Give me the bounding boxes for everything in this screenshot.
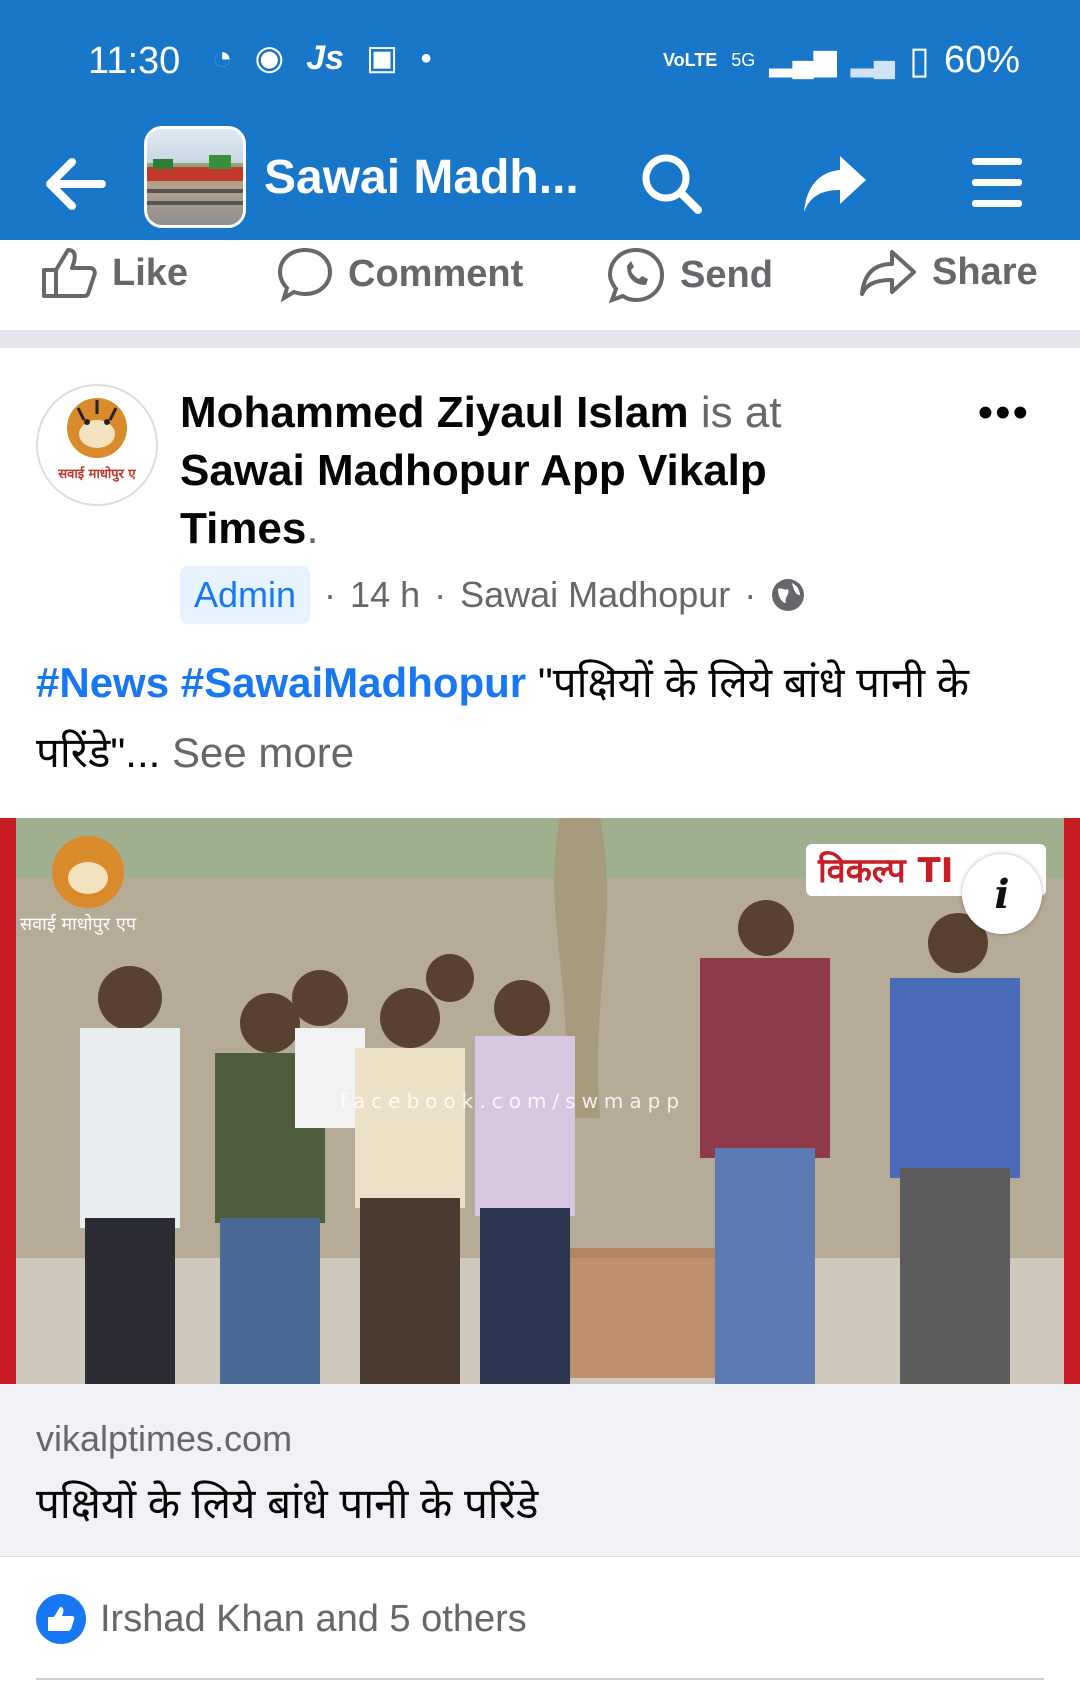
notification-icons: ◔ ◉ Js ▣ ● (212, 38, 432, 78)
author-avatar[interactable]: सवाई माधोपुर ए (36, 384, 158, 506)
author-line: Mohammed Ziyaul Islam is at Sawai Madhop… (180, 384, 820, 558)
location-link-2[interactable]: Times (180, 504, 306, 553)
comment-button[interactable]: Comment (276, 246, 523, 302)
signal-icon-2: ▂▄ (850, 44, 896, 77)
location-link[interactable]: Sawai Madhopur App Vikalp (180, 446, 767, 495)
post-meta: Admin · 14 h · Sawai Madhopur · (180, 566, 806, 624)
thumbs-up-icon (42, 248, 97, 298)
avatar-caption: सवाई माधोपुर ए (57, 466, 136, 482)
post-time[interactable]: 14 h (350, 574, 420, 616)
share-button[interactable]: Share (858, 246, 1038, 298)
status-bar: 11:30 ◔ ◉ Js ▣ ● VoLTE 5G ▂▄▆ ▂▄ ▯ 60% (0, 0, 1080, 128)
battery-level: 60% (943, 39, 1020, 81)
comment-label: Comment (348, 252, 524, 295)
status-time: 11:30 (88, 40, 181, 82)
period: . (306, 504, 319, 553)
battery-icon: ▯ (909, 40, 930, 82)
reactions-summary[interactable]: Irshad Khan and 5 others (36, 1594, 527, 1644)
meta-separator-2: · (434, 574, 447, 615)
comment-icon (277, 247, 333, 302)
search-icon[interactable] (636, 148, 706, 218)
see-more-link[interactable]: See more (172, 729, 354, 776)
more-options-button[interactable]: ••• (978, 388, 1030, 438)
app-bar: Sawai Madh... (0, 126, 1080, 240)
link-domain: vikalptimes.com (36, 1418, 293, 1459)
group-photo: सवाई माधोपुर एप विकल्प TI facebook.com/s… (0, 818, 1080, 1384)
reactions-text: Irshad Khan and 5 others (100, 1597, 527, 1640)
meta-separator-3: · (744, 574, 757, 615)
bottom-divider (36, 1678, 1044, 1680)
js-notification-icon: Js (306, 38, 345, 77)
link-title: पक्षियों के लिये बांधे पानी के परिंडे (36, 1480, 539, 1527)
post-photo[interactable]: सवाई माधोपुर एप विकल्प TI facebook.com/s… (0, 818, 1080, 1384)
photo-brand-text: विकल्प TI (817, 850, 953, 891)
system-status: VoLTE 5G ▂▄▆ ▂▄ ▯ 60% (663, 38, 1020, 83)
whatsapp-icon (607, 247, 665, 304)
store-notification-icon: ▣ (366, 39, 399, 77)
photo-watermark: facebook.com/swmapp (340, 1089, 685, 1113)
signal-icon: ▂▄▆ (769, 44, 837, 77)
author-name[interactable]: Mohammed Ziyaul Islam (180, 388, 689, 437)
share-arrow-icon[interactable] (800, 148, 870, 218)
feed-divider (0, 330, 1080, 348)
share-label: Share (932, 250, 1038, 293)
photo-logo-text: सवाई माधोपुर एप (20, 913, 137, 935)
post-action-row: Like Comment Send Share (0, 240, 1080, 332)
page-title: Sawai Madh... (264, 151, 579, 204)
post-text: #News #SawaiMadhopur "पक्षियों के लिये ब… (36, 648, 1046, 788)
back-arrow-icon[interactable] (38, 144, 118, 224)
is-at-text: is at (700, 388, 782, 437)
globe-icon (772, 579, 805, 611)
like-reaction-icon (36, 1594, 86, 1644)
dot-icon: ● (420, 46, 433, 69)
page-thumbnail[interactable] (144, 126, 246, 228)
hashtags[interactable]: #News #SawaiMadhopur (36, 659, 526, 706)
meta-separator: · (324, 574, 337, 615)
like-label: Like (112, 251, 189, 294)
volte-icon: VoLTE (662, 50, 718, 70)
network-type: 5G (731, 50, 756, 70)
info-icon[interactable]: i (962, 854, 1042, 934)
share-icon (860, 250, 916, 296)
post-place[interactable]: Sawai Madhopur (460, 574, 730, 616)
menu-icon[interactable] (964, 148, 1034, 218)
send-button[interactable]: Send (606, 246, 773, 304)
like-button[interactable]: Like (40, 246, 188, 300)
admin-badge: Admin (180, 566, 311, 624)
app-notification-icon-2: ◉ (254, 39, 285, 77)
app-notification-icon: ◔ (212, 38, 233, 77)
send-label: Send (680, 253, 773, 296)
link-preview-card[interactable]: vikalptimes.com पक्षियों के लिये बांधे प… (0, 1384, 1080, 1557)
